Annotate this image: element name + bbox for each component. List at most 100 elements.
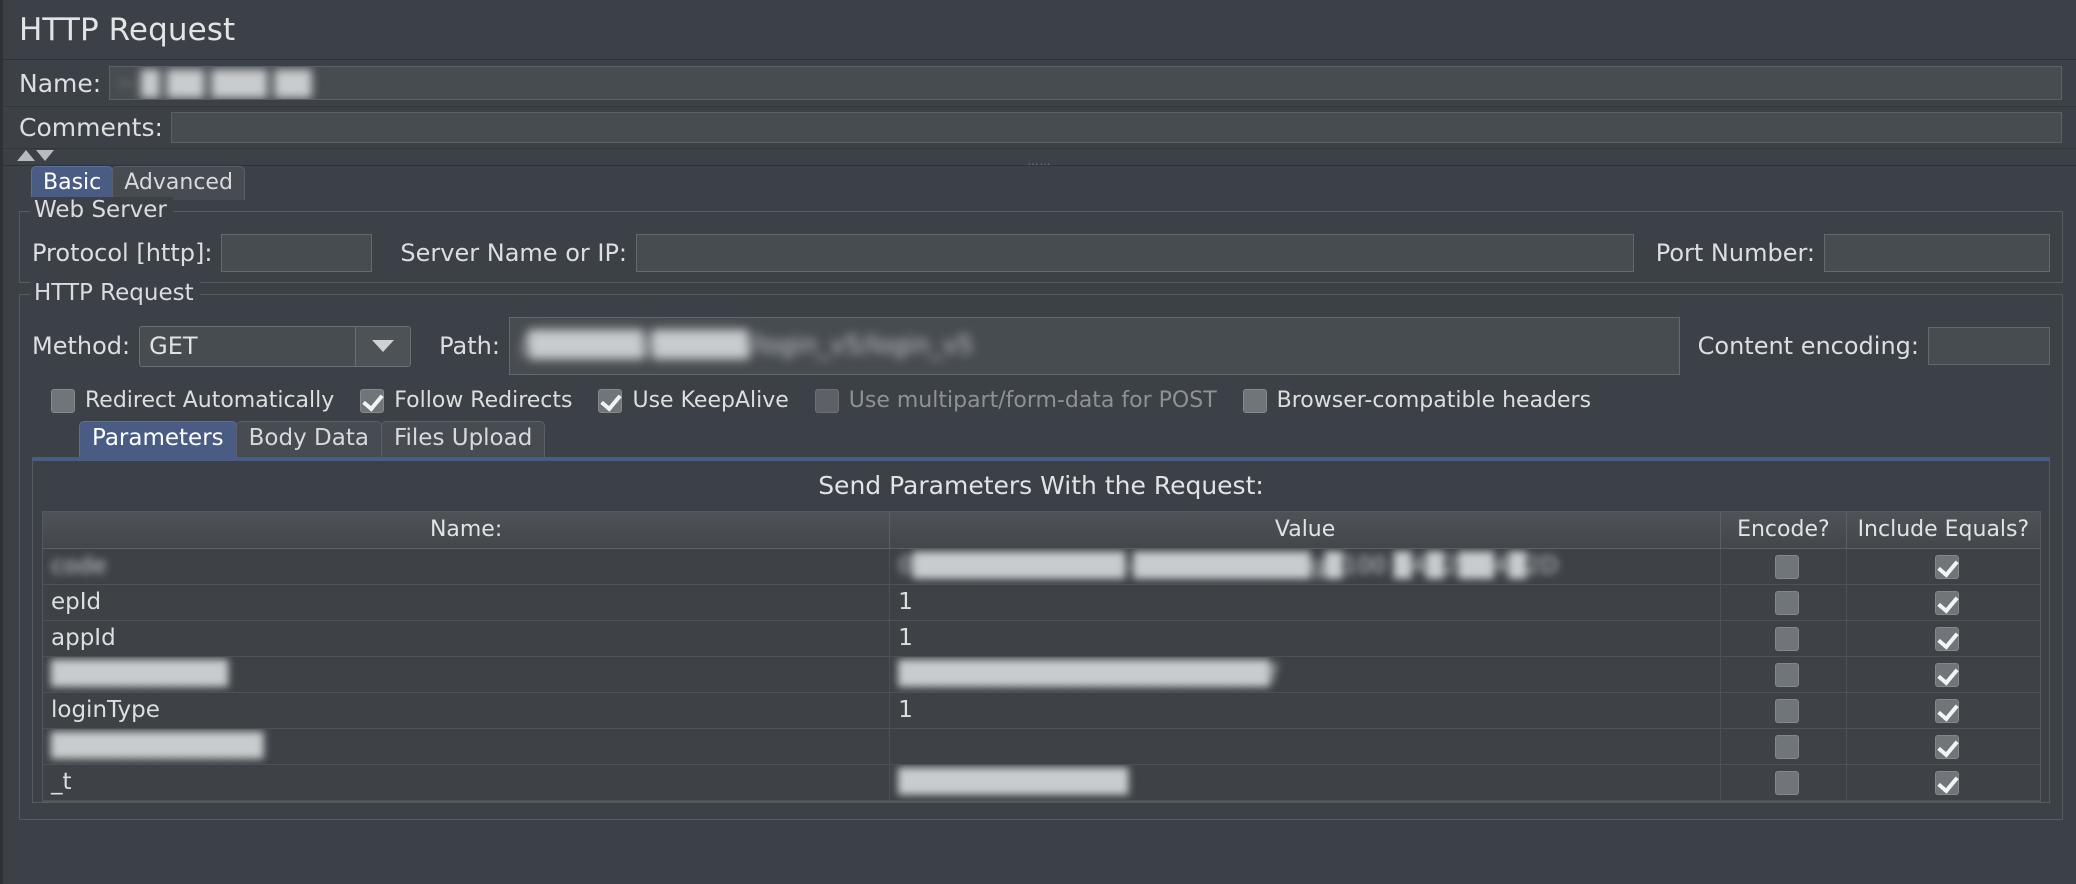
name-input[interactable]: ·· █ ██ ███ ██ xyxy=(109,66,2062,100)
table-row[interactable]: epId 1 xyxy=(43,584,2040,621)
param-name-text: ██████████ xyxy=(51,661,228,687)
checkbox-include-equals[interactable] xyxy=(1934,626,1959,651)
path-input[interactable]: /██████/█████/login_v5/login_v5 xyxy=(508,317,1680,375)
tab-advanced[interactable]: Advanced xyxy=(112,166,245,200)
comments-input[interactable] xyxy=(170,112,2062,143)
tab-basic[interactable]: Basic xyxy=(31,166,114,200)
option-follow-redirects[interactable]: Follow Redirects xyxy=(360,388,572,413)
cell-include-equals[interactable] xyxy=(1846,548,2040,585)
tab-body-data[interactable]: Body Data xyxy=(235,420,382,457)
cell-encode[interactable] xyxy=(1720,548,1847,585)
checkbox-encode[interactable] xyxy=(1774,734,1799,759)
table-row[interactable]: ██████████ █████████████████████f xyxy=(43,656,2040,693)
method-select[interactable]: GET xyxy=(139,325,412,367)
parameters-table: Name: Value Encode? Include Equals? code… xyxy=(43,512,2040,801)
chevron-down-icon[interactable] xyxy=(355,326,411,366)
checkbox-include-equals[interactable] xyxy=(1934,590,1959,615)
cell-encode[interactable] xyxy=(1720,728,1847,765)
checkbox-encode[interactable] xyxy=(1774,626,1799,651)
parameters-table-wrap: Name: Value Encode? Include Equals? code… xyxy=(42,511,2041,802)
checkbox-encode[interactable] xyxy=(1774,590,1799,615)
table-row[interactable]: _t █████████████ xyxy=(43,764,2040,801)
checkbox-include-equals[interactable] xyxy=(1934,662,1959,687)
cell-encode[interactable] xyxy=(1720,584,1847,621)
column-header-name[interactable]: Name: xyxy=(43,512,891,549)
cell-include-equals[interactable] xyxy=(1846,764,2040,801)
cell-param-value[interactable]: 0████████████-██████████g█100 █4█2██4█2D xyxy=(889,548,1721,585)
tab-parameters[interactable]: Parameters xyxy=(79,420,237,457)
port-number-label: Port Number: xyxy=(1655,239,1815,267)
cell-param-value[interactable]: 1 xyxy=(889,584,1721,621)
tab-files-upload[interactable]: Files Upload xyxy=(380,420,546,457)
inner-tabstrip: Parameters Body Data Files Upload xyxy=(32,420,2050,457)
cell-include-equals[interactable] xyxy=(1846,692,2040,729)
cell-include-equals[interactable] xyxy=(1846,620,2040,657)
table-row[interactable]: code 0████████████-██████████g█100 █4█2██… xyxy=(43,548,2040,585)
column-header-include-equals[interactable]: Include Equals? xyxy=(1846,512,2040,549)
cell-encode[interactable] xyxy=(1720,764,1847,801)
cell-include-equals[interactable] xyxy=(1846,728,2040,765)
cell-encode[interactable] xyxy=(1720,656,1847,693)
param-name-text: epId xyxy=(51,589,102,615)
cell-encode[interactable] xyxy=(1720,692,1847,729)
cell-param-value[interactable]: █████████████████████f xyxy=(889,656,1721,693)
port-number-input[interactable] xyxy=(1824,234,2050,272)
cell-param-value[interactable]: 1 xyxy=(889,692,1721,729)
column-header-encode[interactable]: Encode? xyxy=(1720,512,1847,549)
checkbox-encode[interactable] xyxy=(1774,554,1799,579)
checkbox-encode[interactable] xyxy=(1774,770,1799,795)
http-request-group: HTTP Request Method: GET Path: /██████/█… xyxy=(19,280,2063,820)
param-value-text: █████████████ xyxy=(898,769,1129,795)
table-row[interactable]: appId 1 xyxy=(43,620,2040,657)
option-redirect-automatically[interactable]: Redirect Automatically xyxy=(51,388,334,413)
protocol-label: Protocol [http]: xyxy=(32,239,213,267)
method-selected-value: GET xyxy=(149,332,198,360)
checkbox-encode[interactable] xyxy=(1774,662,1799,687)
cell-param-name[interactable]: _t xyxy=(43,764,891,801)
parameters-panel: Send Parameters With the Request: Name: … xyxy=(32,457,2050,803)
table-row[interactable]: ████████████ xyxy=(43,728,2040,765)
name-row: Name: ·· █ ██ ███ ██ xyxy=(3,60,2076,107)
panel-title-bar: HTTP Request xyxy=(3,0,2076,60)
param-name-text: loginType xyxy=(51,697,160,723)
cell-param-name[interactable]: ██████████ xyxy=(43,656,891,693)
column-header-value[interactable]: Value xyxy=(889,512,1721,549)
cell-param-name[interactable]: code xyxy=(43,548,891,585)
collapse-down-icon[interactable] xyxy=(36,150,54,161)
cell-include-equals[interactable] xyxy=(1846,656,2040,693)
cell-include-equals[interactable] xyxy=(1846,584,2040,621)
cell-param-value[interactable] xyxy=(889,728,1721,765)
collapse-up-icon[interactable] xyxy=(17,150,35,161)
param-value-text: █████████████████████f xyxy=(898,661,1278,687)
checkbox-encode[interactable] xyxy=(1774,698,1799,723)
checkbox-include-equals[interactable] xyxy=(1934,770,1959,795)
checkbox-browser-compatible-headers[interactable] xyxy=(1242,388,1267,413)
checkbox-redirect-automatically[interactable] xyxy=(51,388,75,413)
content-encoding-input[interactable] xyxy=(1928,327,2050,365)
cell-param-name[interactable]: ████████████ xyxy=(43,728,891,765)
table-row[interactable]: loginType 1 xyxy=(43,692,2040,729)
http-request-panel: HTTP Request Name: ·· █ ██ ███ ██ Commen… xyxy=(0,0,2076,884)
splitter-arrows[interactable] xyxy=(17,150,54,161)
cell-param-name[interactable]: epId xyxy=(43,584,891,621)
checkbox-include-equals[interactable] xyxy=(1934,554,1959,579)
cell-param-value[interactable]: 1 xyxy=(889,620,1721,657)
param-name-text: _t xyxy=(51,769,72,795)
label-use-multipart-form-data: Use multipart/form-data for POST xyxy=(848,388,1217,413)
checkbox-include-equals[interactable] xyxy=(1934,734,1959,759)
checkbox-use-keepalive[interactable] xyxy=(598,388,623,413)
option-use-keepalive[interactable]: Use KeepAlive xyxy=(598,388,789,413)
server-name-input[interactable] xyxy=(636,234,1634,272)
cell-param-name[interactable]: appId xyxy=(43,620,891,657)
option-browser-compatible-headers[interactable]: Browser-compatible headers xyxy=(1242,388,1592,413)
checkbox-include-equals[interactable] xyxy=(1934,698,1959,723)
checkbox-follow-redirects[interactable] xyxy=(360,388,385,413)
cell-encode[interactable] xyxy=(1720,620,1847,657)
splitter-bar[interactable]: …… xyxy=(3,149,2076,168)
cell-param-value[interactable]: █████████████ xyxy=(889,764,1721,801)
protocol-input[interactable] xyxy=(221,234,373,272)
label-browser-compatible-headers: Browser-compatible headers xyxy=(1276,388,1592,413)
comments-row: Comments: xyxy=(3,107,2076,149)
request-options-row: Redirect Automatically Follow Redirects … xyxy=(32,375,2050,421)
cell-param-name[interactable]: loginType xyxy=(43,692,891,729)
